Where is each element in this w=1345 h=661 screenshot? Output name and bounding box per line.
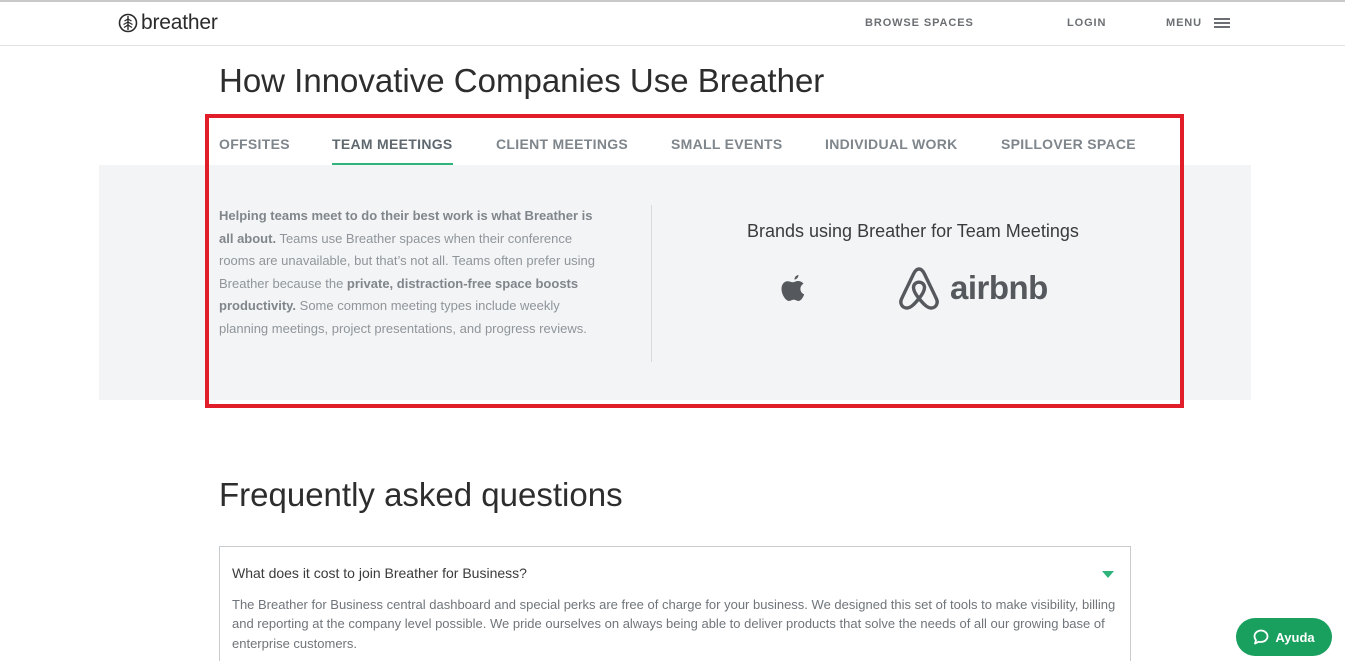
faq-item: What does it cost to join Breather for B…	[219, 546, 1131, 661]
hamburger-icon	[1214, 18, 1230, 28]
tab-small-events[interactable]: SMALL EVENTS	[671, 136, 782, 163]
use-case-tabs: OFFSITES TEAM MEETINGS CLIENT MEETINGS S…	[219, 136, 1179, 166]
airbnb-logo: airbnb	[896, 264, 1048, 312]
tab-spillover-space[interactable]: SPILLOVER SPACE	[1001, 136, 1136, 163]
brands-title: Brands using Breather for Team Meetings	[747, 221, 1079, 241]
tab-client-meetings[interactable]: CLIENT MEETINGS	[496, 136, 628, 163]
team-meetings-description: Helping teams meet to do their best work…	[219, 205, 599, 341]
airbnb-wordmark: airbnb	[950, 269, 1048, 306]
faq-title: Frequently asked questions	[219, 476, 623, 513]
nav-menu-label: MENU	[1166, 17, 1202, 29]
help-button-label: Ayuda	[1275, 629, 1315, 645]
tab-content-panel: Helping teams meet to do their best work…	[99, 165, 1251, 400]
faq-question[interactable]: What does it cost to join Breather for B…	[232, 565, 527, 581]
help-chat-button[interactable]: Ayuda	[1236, 618, 1332, 656]
tab-team-meetings[interactable]: TEAM MEETINGS	[332, 136, 453, 165]
airbnb-logo-icon	[899, 267, 939, 310]
nav-menu-button[interactable]: MENU	[1166, 17, 1230, 29]
chat-bubble-icon	[1253, 629, 1269, 645]
breather-tree-icon	[118, 13, 138, 33]
panel-divider	[651, 205, 652, 362]
caret-down-icon[interactable]	[1102, 571, 1114, 578]
nav-browse-spaces[interactable]: BROWSE SPACES	[865, 17, 974, 29]
nav-login[interactable]: LOGIN	[1067, 17, 1106, 29]
site-header: breather BROWSE SPACES LOGIN MENU	[0, 2, 1345, 46]
tab-offsites[interactable]: OFFSITES	[219, 136, 290, 163]
logo-text: breather	[141, 11, 218, 34]
breather-logo[interactable]: breather	[118, 12, 218, 34]
apple-logo-icon	[779, 273, 807, 308]
faq-answer: The Breather for Business central dashbo…	[232, 597, 1116, 651]
tab-individual-work[interactable]: INDIVIDUAL WORK	[825, 136, 958, 163]
page-title: How Innovative Companies Use Breather	[219, 62, 825, 99]
